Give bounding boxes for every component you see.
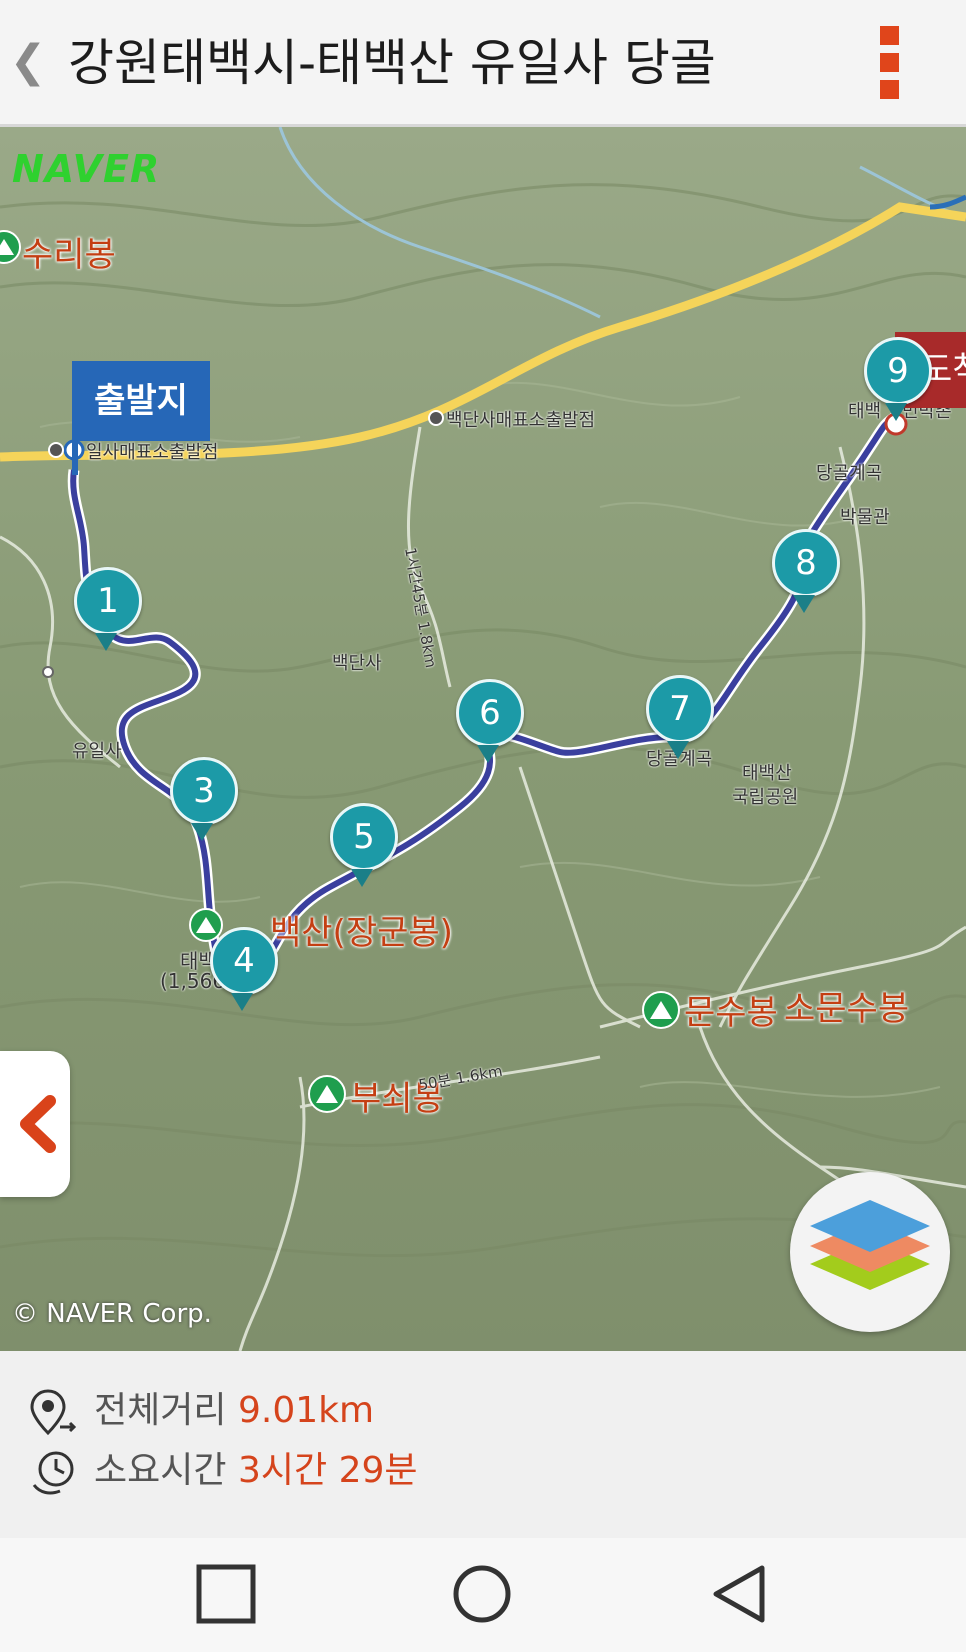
map-view[interactable]: NAVER 수리봉 백산(장군봉) 태백 (1,566 문수봉 소문수봉 부쇠봉… [0, 127, 966, 1351]
clock-icon [32, 1451, 74, 1495]
time-value: 3시간 29분 [238, 1450, 418, 1491]
waypoint-marker-4[interactable]: 4 [210, 927, 278, 995]
home-button[interactable] [452, 1564, 512, 1624]
system-back-button[interactable] [710, 1564, 770, 1624]
waypoint-pin [95, 633, 117, 651]
waypoint-pin [351, 869, 373, 887]
back-button[interactable]: ❮ [8, 32, 48, 92]
waypoint-marker-8[interactable]: 8 [772, 529, 840, 597]
layers-button[interactable] [790, 1172, 950, 1332]
national-park-label: 태백산 [742, 763, 792, 784]
yuilsa-label: 유일사 [72, 741, 122, 762]
chevron-left-icon [20, 1095, 56, 1153]
page-title: 강원태백시-태백산 유일사 당골 [68, 34, 716, 92]
peak-label-suribong: 수리봉 [22, 235, 116, 275]
national-park-label-2: 국립공원 [732, 787, 799, 808]
waypoint-marker-7[interactable]: 7 [646, 675, 714, 743]
chevron-left-icon: ❮ [9, 36, 47, 87]
more-menu-button[interactable] [872, 26, 908, 104]
waypoint-marker-5[interactable]: 5 [330, 803, 398, 871]
waypoint-pin [231, 993, 253, 1011]
waypoint-pin [793, 595, 815, 613]
app-header: ❮ 강원태백시-태백산 유일사 당골 [0, 0, 966, 127]
system-nav-bar [0, 1538, 966, 1652]
waypoint-pin [667, 741, 689, 759]
peak-label-somunsubong: 소문수봉 [784, 989, 910, 1029]
mountain-icon [0, 229, 22, 269]
minbak-label: 태백 [848, 401, 882, 422]
waypoint-marker-6[interactable]: 6 [456, 679, 524, 747]
start-flag: 출발지 [72, 361, 210, 441]
time-label: 소요시간 [94, 1450, 227, 1491]
distance-label: 전체거리 [94, 1390, 227, 1431]
mountain-icon [640, 989, 682, 1035]
waypoint-marker-3[interactable]: 3 [170, 757, 238, 825]
yuilsa-ticket-label: 일사매표소출발점 [86, 442, 219, 463]
route-summary: 전체거리 9.01km 소요시간 3시간 29분 [0, 1351, 966, 1538]
waypoint-pin [885, 403, 907, 421]
baekdansa-ticket-label: 백단사매표소출발점 [446, 410, 596, 431]
waypoint-marker-1[interactable]: 1 [74, 567, 142, 635]
baekdansa-label: 백단사 [332, 653, 382, 674]
museum-label: 박물관 [840, 507, 890, 528]
triangle-back-icon [713, 1565, 765, 1623]
circle-icon [453, 1565, 511, 1623]
waypoint-pin [477, 745, 499, 763]
waypoint-marker-9[interactable]: 9 [864, 337, 932, 405]
layers-icon [810, 1200, 930, 1290]
panel-collapse-button[interactable] [0, 1051, 70, 1197]
location-pin-icon [30, 1389, 77, 1436]
square-icon [196, 1564, 256, 1624]
mountain-icon [306, 1073, 348, 1119]
naver-logo: NAVER [12, 147, 161, 191]
peak-label-munsubong: 문수봉 [684, 993, 778, 1033]
distance-value: 9.01km [238, 1390, 375, 1431]
map-copyright: © NAVER Corp. [12, 1299, 212, 1329]
start-flag-pole [72, 441, 78, 475]
recents-button[interactable] [196, 1564, 256, 1624]
peak-label-taebaeksan: 백산(장군봉) [270, 913, 453, 953]
waypoint-pin [191, 823, 213, 841]
danggol-top-label: 당골계곡 [816, 463, 883, 484]
